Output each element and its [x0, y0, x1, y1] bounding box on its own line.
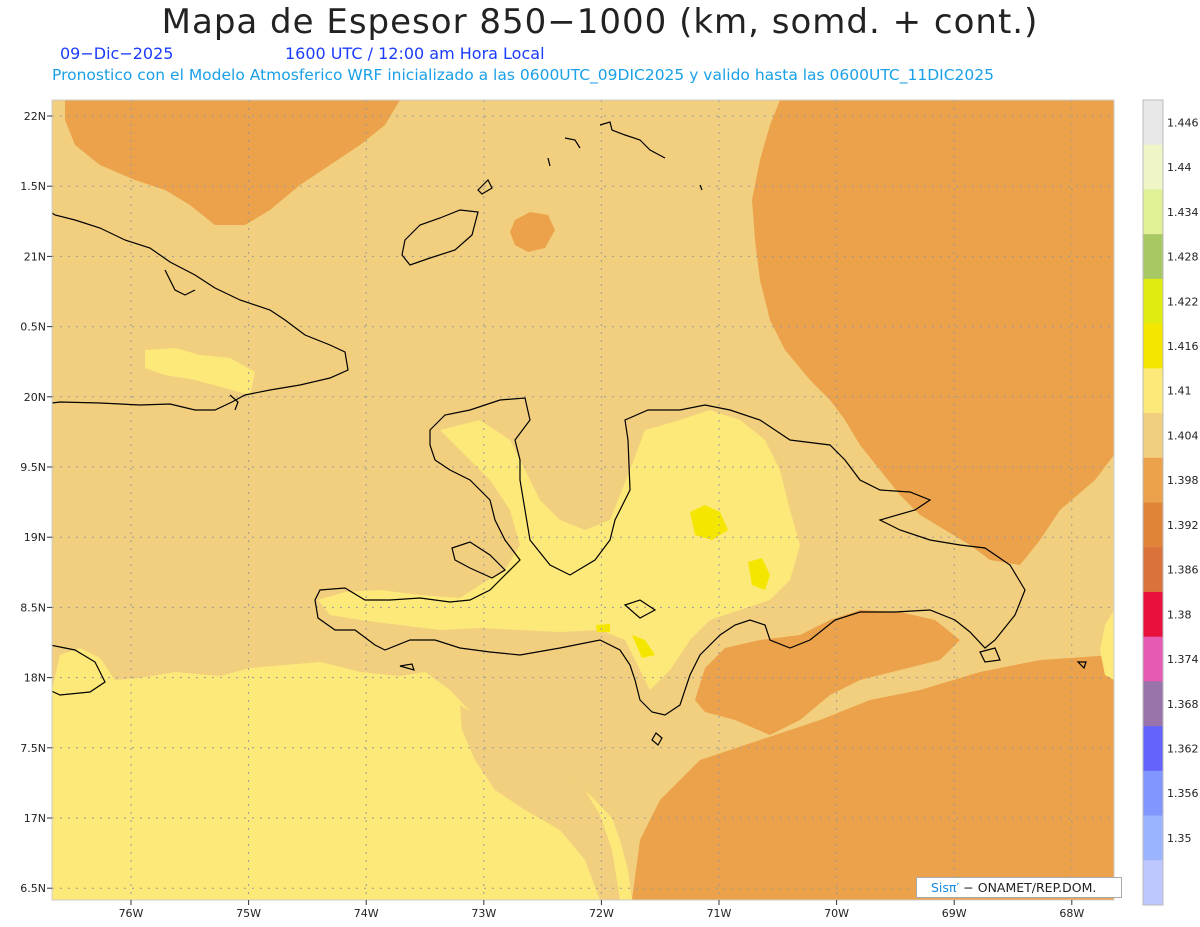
lat-label: 22N: [24, 110, 46, 123]
colorbar-swatch: [1143, 457, 1163, 503]
credit-sis: Sisπ′: [931, 880, 960, 895]
lat-label: 20N: [24, 391, 46, 404]
colorbar-label: 1.422: [1167, 295, 1199, 308]
colorbar-swatch: [1143, 100, 1163, 146]
lat-label: 8.5N: [20, 601, 46, 614]
colorbar-label: 1.446: [1167, 116, 1199, 129]
credit-box: Sisπ′ − ONAMET/REP.DOM.: [916, 877, 1122, 898]
colorbar-label: 1.35: [1167, 832, 1192, 845]
colorbar-label: 1.44: [1167, 161, 1192, 174]
latitude-labels: 22N 1.5N 21N 0.5N 20N 9.5N 19N 8.5N 18N 7.5N 17N 6.…: [20, 110, 52, 895]
colorbar-swatch: [1143, 502, 1163, 548]
colorbar-swatch: [1143, 636, 1163, 682]
colorbar-label: 1.41: [1167, 385, 1192, 398]
colorbar-label: 1.434: [1167, 206, 1199, 219]
lat-label: 7.5N: [20, 742, 46, 755]
lat-label: 0.5N: [20, 321, 46, 334]
colorbar-swatch: [1143, 681, 1163, 727]
lat-label: 17N: [24, 812, 46, 825]
field-bright-spot-4: [596, 624, 610, 632]
lat-label: 1.5N: [20, 180, 46, 193]
colorbar-label: 1.386: [1167, 564, 1199, 577]
colorbar-swatch: [1143, 815, 1163, 861]
colorbar-label: 1.368: [1167, 698, 1199, 711]
lat-label: 21N: [24, 250, 46, 263]
colorbar-swatch: [1143, 278, 1163, 325]
lon-label: 76W: [119, 907, 144, 920]
colorbar-swatch: [1143, 770, 1163, 817]
lon-label: 74W: [354, 907, 379, 920]
colorbar-swatch: [1143, 547, 1163, 593]
colorbar: 1.446 1.44 1.434 1.428 1.422 1.416 1.41 1.404 1.…: [1142, 99, 1199, 906]
thickness-map: 22N 1.5N 21N 0.5N 20N 9.5N 19N 8.5N 18N 7.5N 17N 6.…: [20, 99, 1199, 920]
lon-label: 68W: [1059, 907, 1084, 920]
colorbar-label: 1.362: [1167, 742, 1199, 755]
colorbar-swatch: [1143, 591, 1163, 638]
lon-label: 75W: [236, 907, 261, 920]
longitude-labels: 76W 75W 74W 73W 72W 71W 70W 69W 68W: [119, 900, 1084, 920]
colorbar-label: 1.428: [1167, 251, 1199, 264]
colorbar-label: 1.398: [1167, 474, 1199, 487]
lat-label: 19N: [24, 531, 46, 544]
lon-label: 72W: [589, 907, 614, 920]
colorbar-swatch: [1143, 860, 1163, 906]
colorbar-swatch: [1143, 144, 1163, 190]
colorbar-swatch: [1143, 189, 1163, 235]
colorbar-swatch: [1143, 368, 1163, 414]
colorbar-label: 1.356: [1167, 787, 1199, 800]
lat-label: 18N: [24, 672, 46, 685]
lon-label: 73W: [471, 907, 496, 920]
colorbar-swatch: [1143, 413, 1163, 459]
colorbar-label: 1.374: [1167, 653, 1199, 666]
lat-label: 9.5N: [20, 461, 46, 474]
lat-label: 6.5N: [20, 882, 46, 895]
lon-label: 70W: [824, 907, 849, 920]
thickness-field: [52, 100, 1114, 900]
colorbar-label: 1.404: [1167, 429, 1199, 442]
colorbar-swatch: [1143, 726, 1163, 772]
lon-label: 69W: [942, 907, 967, 920]
colorbar-label: 1.416: [1167, 340, 1199, 353]
lon-label: 71W: [707, 907, 732, 920]
colorbar-label: 1.392: [1167, 519, 1199, 532]
colorbar-label: 1.38: [1167, 608, 1192, 621]
colorbar-swatch: [1143, 323, 1163, 369]
colorbar-swatch: [1143, 234, 1163, 280]
credit-org: − ONAMET/REP.DOM.: [963, 880, 1097, 895]
